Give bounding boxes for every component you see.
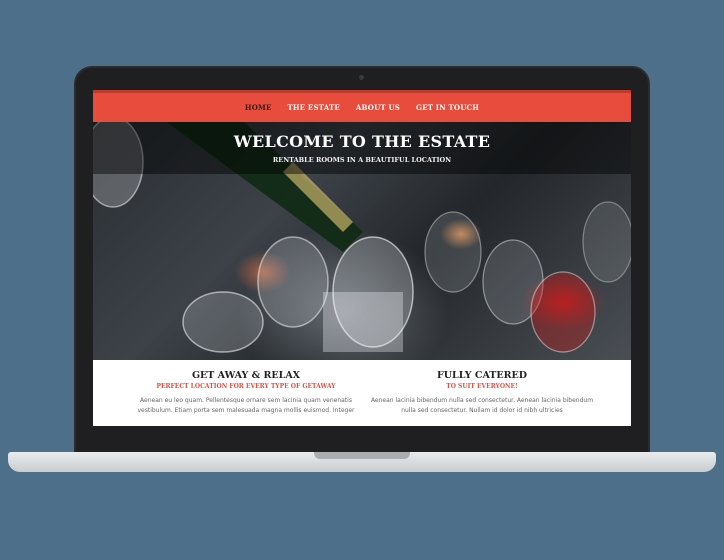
nav-get-in-touch[interactable]: GET IN TOUCH bbox=[416, 103, 479, 112]
feature-text: Aenean eu leo quam. Pellentesque ornare … bbox=[137, 397, 355, 414]
feature-subtitle: TO SUIT EVERYONE! bbox=[446, 383, 518, 390]
nav-the-estate[interactable]: THE ESTATE bbox=[288, 103, 340, 112]
nav-home[interactable]: HOME bbox=[245, 103, 272, 112]
hero-title: WELCOME TO THE ESTATE bbox=[233, 132, 491, 151]
feature-text: Aenean lacinia bibendum nulla sed consec… bbox=[370, 397, 594, 414]
top-navbar: HOME THE ESTATE ABOUT US GET IN TOUCH bbox=[93, 90, 631, 122]
features-section: GET AWAY & RELAX PERFECT LOCATION FOR EV… bbox=[93, 360, 631, 426]
laptop-screen: HOME THE ESTATE ABOUT US GET IN TOUCH WE… bbox=[93, 90, 631, 426]
feature-title: GET AWAY & RELAX bbox=[191, 370, 301, 381]
feature-catered: FULLY CATERED TO SUIT EVERYONE! Aenean l… bbox=[367, 370, 597, 414]
webcam-icon bbox=[359, 75, 364, 80]
feature-subtitle: PERFECT LOCATION FOR EVERY TYPE OF GETAW… bbox=[156, 383, 336, 390]
hero-subtitle: RENTABLE ROOMS IN A BEAUTIFUL LOCATION bbox=[272, 156, 452, 164]
nav-about-us[interactable]: ABOUT US bbox=[356, 103, 400, 112]
laptop-opening-notch bbox=[314, 452, 410, 459]
hero-banner: WELCOME TO THE ESTATE RENTABLE ROOMS IN … bbox=[93, 122, 631, 360]
feature-title: FULLY CATERED bbox=[437, 370, 527, 381]
feature-getaway: GET AWAY & RELAX PERFECT LOCATION FOR EV… bbox=[131, 370, 361, 414]
